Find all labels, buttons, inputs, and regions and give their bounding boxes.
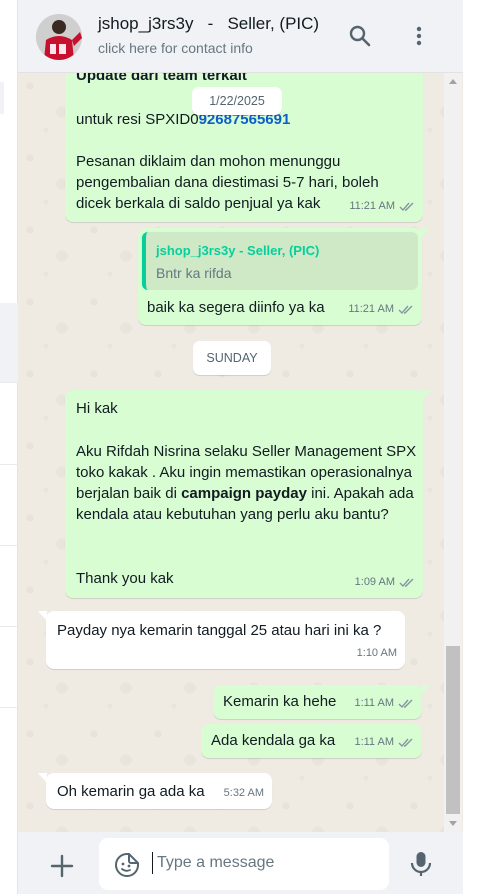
chat-scrollbar[interactable] [444,73,462,832]
chat-list-item[interactable] [0,547,18,627]
bubble-tail [421,228,430,238]
message-time: 1:11 AM [354,697,394,709]
chat-list-selector [0,82,4,114]
message-time: 1:09 AM [354,576,395,588]
message-outgoing[interactable]: Hi kak Aku Rifdah Nisrina selaku Seller … [65,390,431,598]
message-bold-text: campaign payday [181,485,307,502]
menu-button[interactable] [405,22,433,50]
message-outgoing[interactable]: Update dari team terkait untuk resi SPXI… [65,55,423,222]
bubble-tail [421,685,430,695]
message-incoming[interactable]: Payday nya kemarin tanggal 25 atau hari … [38,611,405,669]
contact-name[interactable]: jshop_j3rs3y - Seller, (PIC) [98,14,319,34]
day-divider: SUNDAY [193,341,271,375]
read-ticks-icon [398,738,413,748]
message-meta: 11:21 AM [349,196,415,217]
read-ticks-icon [398,305,413,315]
message-meta: 1:09 AM [355,572,415,593]
text-caret [152,852,153,874]
composer-bar [18,832,463,894]
search-icon [349,25,371,47]
message-input-box[interactable] [99,838,389,890]
read-ticks-icon [399,202,414,212]
message-outgoing[interactable]: Kemarin ka hehe 1:11 AM [213,685,430,719]
chat-list-item[interactable] [0,628,18,708]
sticker-icon [115,853,139,877]
message-text: Kemarin ka hehe [223,693,337,710]
microphone-icon [410,852,432,876]
message-text: Ada kendala ga ka [211,732,336,749]
message-time: 11:21 AM [349,200,395,212]
chat-list-item[interactable] [0,466,18,546]
message-meta: 1:11 AM [354,693,414,714]
contact-info-link[interactable]: click here for contact info [98,40,253,56]
scroll-up-arrow-icon[interactable] [449,79,457,84]
bubble-tail [38,611,47,621]
scroll-down-arrow-icon[interactable] [449,821,457,826]
avatar[interactable] [36,14,82,60]
bubble-tail [38,773,47,783]
message-meta: 11:21 AM [348,299,414,320]
chat-list-item[interactable] [0,385,18,465]
read-ticks-icon [398,699,413,709]
resi-prefix: untuk resi SPXID0 [76,111,199,128]
message-text: Payday nya kemarin tanggal 25 atau hari … [57,622,382,639]
message-text: baik ka segera diinfo ya ka [147,299,325,316]
bubble-tail [422,390,431,400]
scrollbar-thumb[interactable] [446,646,460,814]
message-time: 1:11 AM [354,736,394,748]
microphone-button[interactable] [408,850,434,878]
message-text: Hi kak [76,400,118,417]
chat-pane: Update dari team terkait untuk resi SPXI… [18,0,463,894]
avatar-photo-icon [36,14,82,60]
quote-author: jshop_j3rs3y - Seller, (PIC) [156,243,320,258]
message-text: Aku Rifdah Nisrina selaku Seller Managem… [76,441,418,525]
message-incoming[interactable]: Oh kemarin ga ada ka 5:32 AM [38,773,272,809]
window-edge [463,0,479,894]
message-time: 11:21 AM [348,303,394,315]
message-meta: 1:11 AM [354,732,414,753]
plus-icon [50,854,74,878]
date-divider: 1/22/2025 [192,87,282,115]
quote-text: Bntr ka rifda [156,265,232,281]
search-button[interactable] [346,22,374,50]
chat-list-item[interactable] [0,303,18,383]
chat-list-panel [0,0,18,894]
attach-button[interactable] [48,852,76,880]
read-ticks-icon [399,578,414,588]
message-text: Oh kemarin ga ada ka [57,783,205,800]
message-input[interactable] [157,850,377,876]
message-time: 5:32 AM [223,787,264,799]
chat-header[interactable]: jshop_j3rs3y - Seller, (PIC) click here … [18,0,463,73]
message-text: Thank you kak [76,570,174,587]
message-meta: 5:32 AM [224,783,264,804]
message-time: 1:10 AM [356,647,397,659]
message-outgoing[interactable]: jshop_j3rs3y - Seller, (PIC) Bntr ka rif… [138,228,430,325]
sticker-button[interactable] [114,852,140,878]
message-outgoing[interactable]: Ada kendala ga ka 1:11 AM [201,724,422,758]
message-meta: 1:10 AM [357,643,397,664]
more-vertical-icon [416,26,422,46]
quoted-message[interactable]: jshop_j3rs3y - Seller, (PIC) Bntr ka rif… [142,232,418,290]
